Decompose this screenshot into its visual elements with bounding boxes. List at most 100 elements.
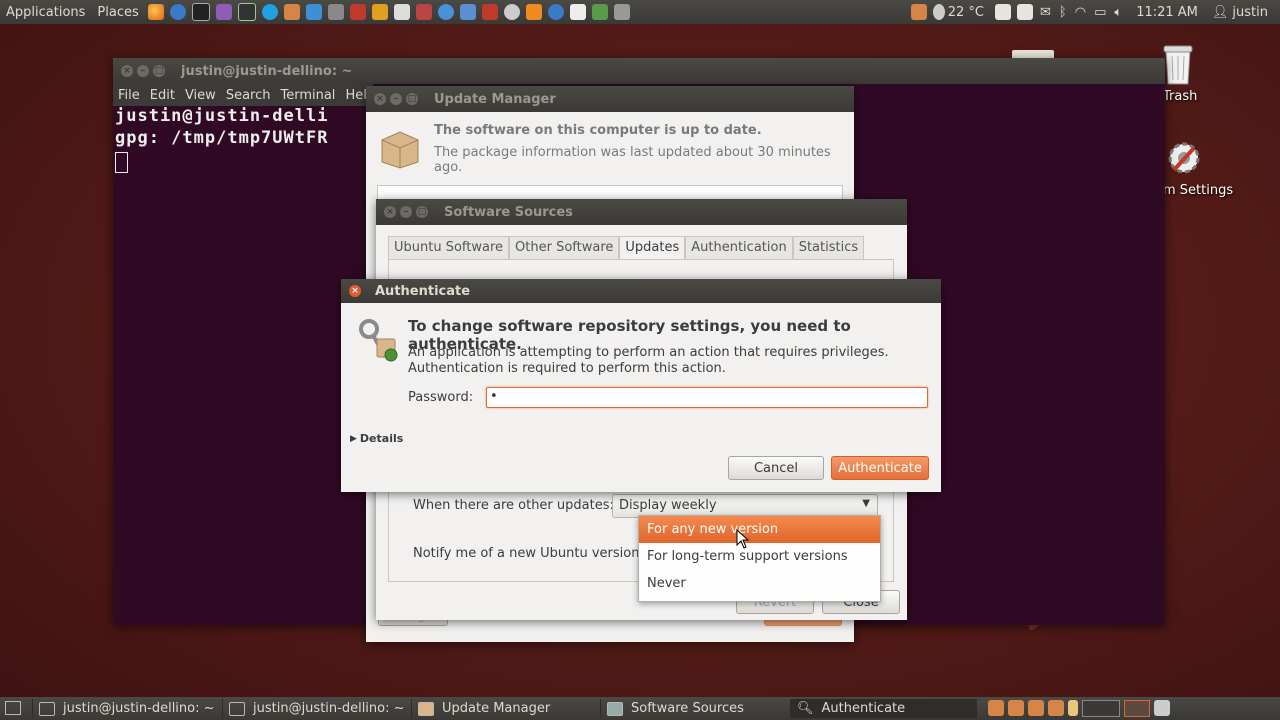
taskbar-item-terminal-1[interactable]: justin@justin-dellino: ~ (32, 699, 219, 718)
applications-menu[interactable]: Applications (0, 5, 91, 20)
thunderbird-launcher-icon[interactable] (169, 4, 186, 20)
terminal-line-2: gpg: /tmp/tmp7UWtFR (115, 128, 329, 148)
tools-launcher-icon[interactable] (371, 4, 388, 20)
notify-option-any-version[interactable]: For any new version (639, 516, 880, 543)
terminal-menu-view[interactable]: View (185, 88, 216, 103)
settings-launcher-icon[interactable] (215, 4, 232, 20)
expander-arrow-icon: ▶ (350, 433, 357, 444)
dropbox-launcher-icon[interactable] (305, 4, 322, 20)
tab-other-software[interactable]: Other Software (509, 236, 620, 259)
trash-label: Trash (1163, 89, 1198, 104)
terminal-menu-edit[interactable]: Edit (150, 88, 175, 103)
installer-launcher-icon[interactable] (415, 4, 432, 20)
terminal-launcher-icon[interactable] (191, 3, 210, 21)
details-expander[interactable]: ▶ Details (350, 432, 403, 445)
tab-authentication[interactable]: Authentication (685, 236, 793, 259)
tab-statistics[interactable]: Statistics (792, 236, 865, 259)
password-field[interactable]: • (486, 387, 928, 408)
keys-icon (359, 319, 398, 362)
close-window-icon[interactable]: × (121, 65, 133, 77)
network-launcher-icon[interactable] (327, 4, 344, 20)
keys-task-icon: 🔍︎ (797, 701, 814, 716)
taskbar-item-update-manager[interactable]: Update Manager (411, 699, 598, 718)
places-menu[interactable]: Places (91, 5, 144, 20)
mail-icon[interactable]: ✉ (1040, 5, 1051, 20)
folder-workspace-icon[interactable] (1048, 700, 1064, 716)
firefox-launcher-icon[interactable] (147, 4, 164, 20)
workspace-1[interactable] (1082, 700, 1120, 717)
bluetooth-icon[interactable]: ᛒ (1059, 5, 1067, 20)
taskbar-item-terminal-2[interactable]: justin@justin-dellino: ~ (222, 699, 409, 718)
folder-indicator-icon[interactable] (910, 4, 927, 20)
clock[interactable]: 11:21 AM (1136, 5, 1198, 20)
minimize-window-icon[interactable]: – (137, 65, 149, 77)
folder-workspace-icon[interactable] (988, 700, 1004, 716)
close-dialog-icon[interactable]: × (349, 285, 361, 297)
folder-workspace-icon[interactable] (1008, 700, 1024, 716)
drive-launcher-icon[interactable] (503, 4, 520, 20)
terminal-line-1: justin@justin-delli (115, 106, 329, 126)
package-icon (381, 131, 419, 169)
cancel-button[interactable]: Cancel (728, 456, 824, 480)
show-desktop-icon[interactable] (5, 701, 21, 715)
authenticate-titlebar: × Authenticate (341, 279, 941, 303)
camera-launcher-icon[interactable] (393, 4, 410, 20)
bottom-panel: justin@justin-dellino: ~ justin@justin-d… (0, 697, 1280, 720)
tab-ubuntu-software[interactable]: Ubuntu Software (388, 236, 510, 259)
maximize-window-icon[interactable]: □ (153, 65, 165, 77)
weather-temperature[interactable]: 22 °C (948, 5, 984, 20)
authenticate-button[interactable]: Authenticate (831, 456, 929, 480)
notify-option-lts[interactable]: For long-term support versions (639, 543, 880, 570)
update-status-title: The software on this computer is up to d… (434, 123, 762, 138)
terminal-menu-file[interactable]: File (118, 88, 140, 103)
workspace-2[interactable] (1124, 700, 1150, 717)
maximize-window-icon[interactable]: □ (406, 93, 418, 105)
document-indicator-icon[interactable] (1017, 4, 1034, 20)
system-monitor-launcher-icon[interactable] (237, 3, 256, 21)
user-menu[interactable]: justin (1232, 5, 1268, 20)
skype-launcher-icon[interactable] (261, 4, 278, 20)
wifi-icon[interactable]: ◠ (1075, 5, 1086, 20)
tab-updates[interactable]: Updates (619, 236, 686, 259)
weather-indicator-icon[interactable] (932, 4, 945, 20)
settings-desktop-icon[interactable] (1164, 138, 1204, 178)
minimize-window-icon[interactable]: – (400, 206, 412, 218)
download-launcher-icon[interactable] (591, 4, 608, 20)
vlc-launcher-icon[interactable] (525, 4, 542, 20)
taskbar-item-software-sources[interactable]: Software Sources (600, 699, 787, 718)
other-updates-value: Display weekly (619, 498, 717, 513)
filezilla-launcher-icon[interactable] (481, 4, 498, 20)
close-window-icon[interactable]: × (374, 93, 386, 105)
media-launcher-icon[interactable] (547, 4, 564, 20)
workspace-switcher[interactable] (988, 700, 1274, 717)
details-label: Details (359, 432, 404, 445)
shutter-launcher-icon[interactable] (349, 4, 366, 20)
update-status-subtitle: The package information was last updated… (434, 145, 831, 175)
chromium-launcher-icon[interactable] (437, 4, 454, 20)
notes-workspace-icon[interactable] (1068, 700, 1078, 716)
close-window-icon[interactable]: × (384, 206, 396, 218)
terminal-title: justin@justin-dellino: ~ (181, 63, 353, 79)
password-label: Password: (408, 390, 474, 405)
trash-panel-icon[interactable] (1154, 700, 1170, 716)
terminal-menu-terminal[interactable]: Terminal (280, 88, 335, 103)
notes-indicator-icon[interactable] (995, 4, 1012, 20)
software-sources-task-icon (607, 701, 623, 716)
auth-message-line-1: An application is attempting to perform … (408, 345, 889, 360)
taskbar-item-authenticate[interactable]: 🔍︎ Authenticate (790, 699, 977, 718)
text-editor-launcher-icon[interactable] (569, 4, 586, 20)
taskbar-label: Software Sources (631, 701, 744, 716)
maximize-window-icon[interactable]: □ (416, 206, 428, 218)
home-folder-launcher-icon[interactable] (283, 4, 300, 20)
update-manager-task-icon (418, 701, 434, 716)
minimize-window-icon[interactable]: – (390, 93, 402, 105)
volume-icon[interactable]: 🔈︎ (1114, 5, 1122, 20)
document-launcher-icon[interactable] (459, 4, 476, 20)
terminal-titlebar: × – □ justin@justin-dellino: ~ (113, 58, 1165, 84)
battery-icon[interactable]: ▭ (1094, 5, 1106, 20)
taskbar-label: justin@justin-dellino: ~ (63, 701, 215, 716)
folder-workspace-icon[interactable] (1028, 700, 1044, 716)
terminal-menu-search[interactable]: Search (226, 88, 271, 103)
notify-option-never[interactable]: Never (639, 570, 880, 597)
pen-launcher-icon[interactable] (613, 4, 630, 20)
